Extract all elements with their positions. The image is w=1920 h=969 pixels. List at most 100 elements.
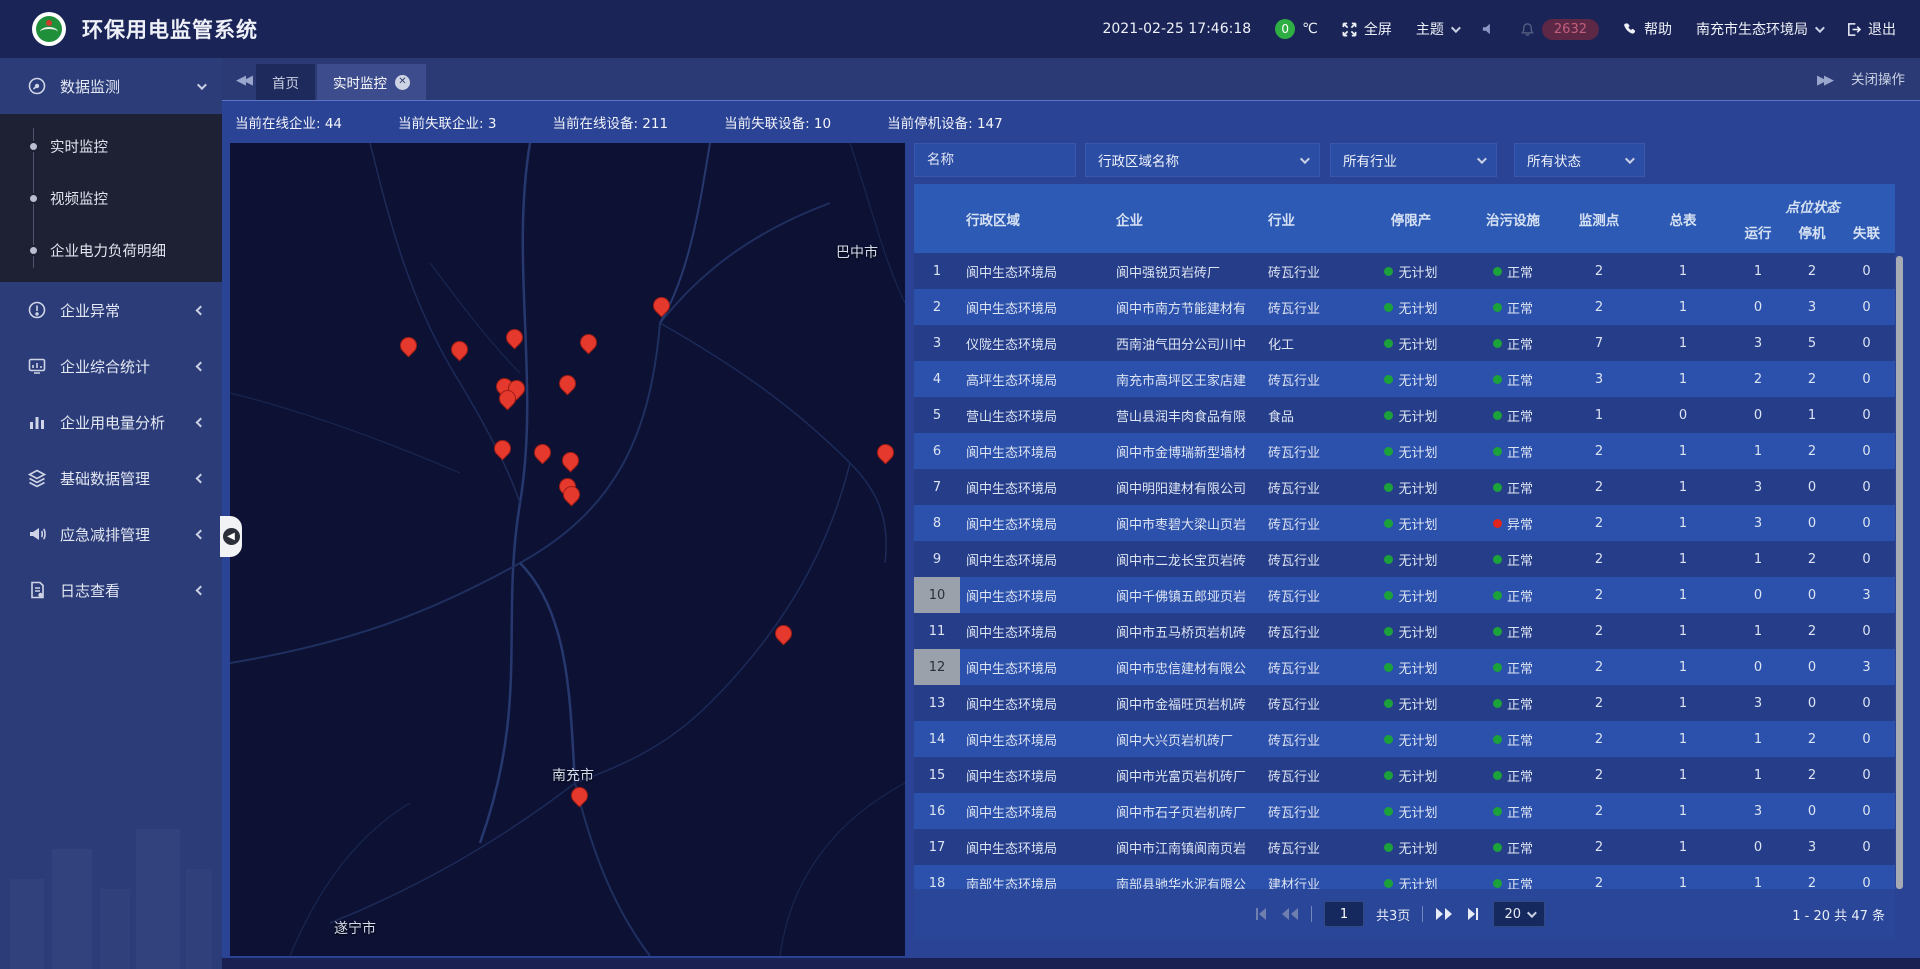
- table-row[interactable]: 6阆中生态环境局阆中市金博瑞新型墙材砖瓦行业无计划正常21120: [914, 433, 1895, 469]
- sidebar-collapse-button[interactable]: ◀: [220, 516, 242, 557]
- table-row[interactable]: 16阆中生态环境局阆中市石子页岩机砖厂砖瓦行业无计划正常21300: [914, 793, 1895, 829]
- status-filter-select[interactable]: 所有状态: [1514, 143, 1645, 177]
- table-row[interactable]: 2阆中生态环境局阆中市南方节能建材有砖瓦行业无计划正常21030: [914, 289, 1895, 325]
- treatment-status-cell: 正常: [1464, 361, 1562, 397]
- sidebar: 数据监测实时监控视频监控企业电力负荷明细企业异常企业综合统计企业用电量分析基础数…: [0, 58, 222, 969]
- lost-count-cell: 0: [1838, 253, 1895, 289]
- column-header-停机[interactable]: 停机: [1786, 222, 1838, 242]
- status-dot-icon: [1384, 519, 1393, 528]
- sidebar-item-视频监控[interactable]: 视频监控: [0, 172, 222, 224]
- sidebar-group-应急减排管理[interactable]: 应急减排管理: [0, 506, 222, 562]
- column-header-行政区域[interactable]: 行政区域: [960, 184, 1110, 253]
- chevron-left-icon: [196, 585, 206, 595]
- table-row[interactable]: 5营山生态环境局营山县润丰肉食品有限食品无计划正常10010: [914, 397, 1895, 433]
- sidebar-item-企业电力负荷明细[interactable]: 企业电力负荷明细: [0, 224, 222, 276]
- down-count-cell: 0: [1786, 505, 1838, 541]
- theme-dropdown[interactable]: 主题: [1416, 19, 1458, 39]
- table-row[interactable]: 11阆中生态环境局阆中市五马桥页岩机砖砖瓦行业无计划正常21120: [914, 613, 1895, 649]
- status-filter-value: 所有状态: [1527, 150, 1581, 170]
- table-row[interactable]: 18南部生态环境局南部县驰华水泥有限公建材行业无计划正常21120: [914, 865, 1895, 889]
- lost-count-cell: 0: [1838, 397, 1895, 433]
- map-panel[interactable]: 巴中市南充市遂宁市: [230, 143, 905, 956]
- status-dot-icon: [1384, 411, 1393, 420]
- monitor-count-cell: 2: [1562, 253, 1636, 289]
- tab-实时监控[interactable]: 实时监控✕: [317, 64, 426, 100]
- mute-button[interactable]: [1482, 22, 1496, 36]
- column-header-企业[interactable]: 企业: [1110, 184, 1262, 253]
- page-size-select[interactable]: 20: [1493, 901, 1545, 927]
- down-count-cell: 2: [1786, 721, 1838, 757]
- table-row[interactable]: 3仪陇生态环境局西南油气田分公司川中化工无计划正常71350: [914, 325, 1895, 361]
- status-dot-icon: [1384, 555, 1393, 564]
- stat-item: 当前在线设备: 211: [552, 112, 668, 132]
- table-row[interactable]: 7阆中生态环境局阆中明阳建材有限公司砖瓦行业无计划正常21300: [914, 469, 1895, 505]
- sidebar-group-日志查看[interactable]: 日志查看: [0, 562, 222, 618]
- sidebar-group-数据监测[interactable]: 数据监测: [0, 58, 222, 114]
- previous-page-button[interactable]: [1281, 907, 1299, 921]
- sidebar-group-企业异常[interactable]: 企业异常: [0, 282, 222, 338]
- table-row[interactable]: 8阆中生态环境局阆中市枣碧大梁山页岩砖瓦行业无计划异常21300: [914, 505, 1895, 541]
- name-filter-input[interactable]: [914, 143, 1076, 177]
- run-count-cell: 0: [1730, 289, 1786, 325]
- lost-count-cell: 0: [1838, 433, 1895, 469]
- column-header-失联[interactable]: 失联: [1838, 222, 1895, 242]
- column-header-运行[interactable]: 运行: [1730, 222, 1786, 242]
- tab-首页[interactable]: 首页: [256, 64, 315, 100]
- pagination-bar: 共3页 20 1 - 20 共 47 条: [914, 889, 1895, 939]
- region-filter-select[interactable]: 行政区域名称: [1085, 143, 1320, 177]
- sidebar-group-基础数据管理[interactable]: 基础数据管理: [0, 450, 222, 506]
- table-row[interactable]: 14阆中生态环境局阆中大兴页岩机砖厂砖瓦行业无计划正常21120: [914, 721, 1895, 757]
- stop-limit-status-cell: 无计划: [1358, 829, 1464, 865]
- stop-limit-status-label: 无计划: [1398, 478, 1437, 497]
- help-button[interactable]: 帮助: [1623, 19, 1672, 39]
- monitor-count-cell: 2: [1562, 793, 1636, 829]
- theme-label: 主题: [1416, 19, 1444, 39]
- row-number-cell: 10: [914, 577, 960, 613]
- submenu-label: 视频监控: [50, 188, 108, 209]
- tabs-scroll-right-button[interactable]: ▶▶: [1811, 73, 1837, 88]
- column-header-停限产[interactable]: 停限产: [1358, 184, 1464, 253]
- status-dot-icon: [1493, 807, 1502, 816]
- run-count-cell: 0: [1730, 649, 1786, 685]
- tab-close-icon[interactable]: ✕: [395, 75, 410, 90]
- table-row[interactable]: 4高坪生态环境局南充市高坪区王家店建砖瓦行业无计划正常31220: [914, 361, 1895, 397]
- table-row[interactable]: 12阆中生态环境局阆中市忠信建材有限公砖瓦行业无计划正常21003: [914, 649, 1895, 685]
- lost-count-cell: 0: [1838, 685, 1895, 721]
- name-filter-field[interactable]: [927, 152, 1063, 168]
- sidebar-item-实时监控[interactable]: 实时监控: [0, 120, 222, 172]
- table-row[interactable]: 17阆中生态环境局阆中市江南镇阆南页岩砖瓦行业无计划正常21030: [914, 829, 1895, 865]
- stat-item: 当前停机设备: 147: [887, 112, 1003, 132]
- industry-cell: 砖瓦行业: [1262, 793, 1358, 829]
- column-header-监测点[interactable]: 监测点: [1562, 184, 1636, 253]
- tabs-scroll-left-button[interactable]: ◀◀: [230, 73, 256, 88]
- table-row[interactable]: 15阆中生态环境局阆中市光富页岩机砖厂砖瓦行业无计划正常21120: [914, 757, 1895, 793]
- page-number-input[interactable]: [1324, 901, 1364, 927]
- table-scrollbar[interactable]: [1896, 256, 1903, 889]
- logout-button[interactable]: 退出: [1846, 19, 1896, 39]
- first-page-button[interactable]: [1253, 907, 1269, 921]
- table-row[interactable]: 10阆中生态环境局阆中千佛镇五郎垭页岩砖瓦行业无计划正常21003: [914, 577, 1895, 613]
- sidebar-group-企业综合统计[interactable]: 企业综合统计: [0, 338, 222, 394]
- industry-filter-select[interactable]: 所有行业: [1330, 143, 1497, 177]
- close-operations-button[interactable]: 关闭操作: [1851, 68, 1905, 88]
- column-header-总表[interactable]: 总表: [1636, 184, 1730, 253]
- down-count-cell: 2: [1786, 433, 1838, 469]
- fullscreen-button[interactable]: 全屏: [1342, 19, 1392, 39]
- alert-icon: [26, 300, 48, 320]
- row-number-cell: 6: [914, 433, 960, 469]
- table-row[interactable]: 1阆中生态环境局阆中强锐页岩砖厂砖瓦行业无计划正常21120: [914, 253, 1895, 289]
- sidebar-group-企业用电量分析[interactable]: 企业用电量分析: [0, 394, 222, 450]
- total-meter-cell: 1: [1636, 613, 1730, 649]
- bar-chart-icon: [26, 412, 48, 432]
- run-count-cell: 3: [1730, 469, 1786, 505]
- column-header-行业[interactable]: 行业: [1262, 184, 1358, 253]
- table-row[interactable]: 13阆中生态环境局阆中市金福旺页岩机砖砖瓦行业无计划正常21300: [914, 685, 1895, 721]
- next-page-button[interactable]: [1435, 907, 1453, 921]
- point-status-cells: 003: [1730, 649, 1895, 685]
- treatment-status-label: 正常: [1507, 766, 1533, 785]
- last-page-button[interactable]: [1465, 907, 1481, 921]
- org-dropdown[interactable]: 南充市生态环境局: [1696, 19, 1822, 39]
- notifications[interactable]: 2632: [1520, 19, 1599, 40]
- column-header-治污设施[interactable]: 治污设施: [1464, 184, 1562, 253]
- table-row[interactable]: 9阆中生态环境局阆中市二龙长宝页岩砖砖瓦行业无计划正常21120: [914, 541, 1895, 577]
